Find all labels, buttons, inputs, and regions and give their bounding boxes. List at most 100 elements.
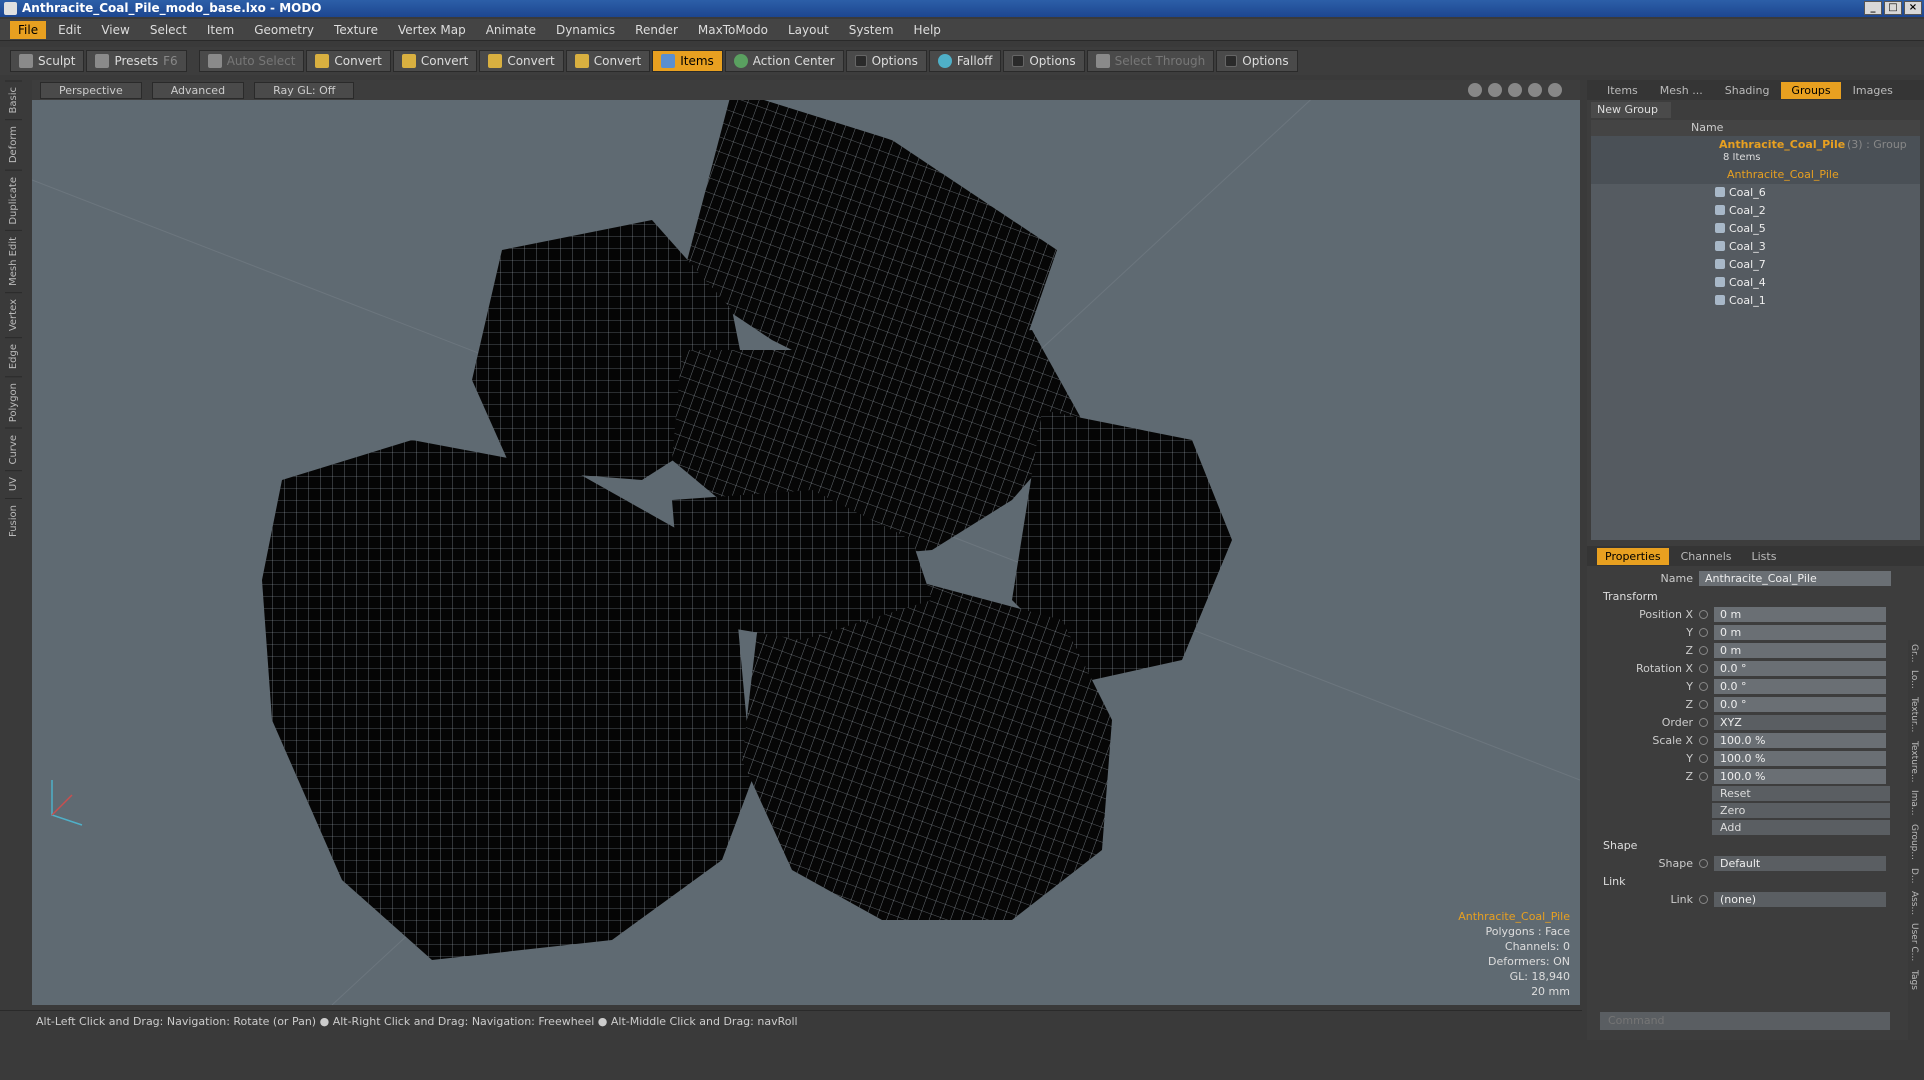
view-type-dropdown[interactable]: Perspective <box>40 81 142 99</box>
select-through-button[interactable]: Select Through <box>1086 50 1215 72</box>
action-center-button[interactable]: Action Center <box>724 50 844 72</box>
scale-x-anim-dot[interactable] <box>1699 736 1708 745</box>
scale-y-anim-dot[interactable] <box>1699 754 1708 763</box>
scale-z-field[interactable]: 100.0 % <box>1714 769 1886 784</box>
shape-anim-dot[interactable] <box>1699 859 1708 868</box>
presets-button[interactable]: Presets F6 <box>86 50 187 72</box>
tab-channels[interactable]: Channels <box>1673 548 1740 565</box>
tab-properties[interactable]: Properties <box>1597 547 1669 565</box>
tab-mesh[interactable]: Mesh ... <box>1650 82 1713 99</box>
menu-file[interactable]: File <box>10 20 47 39</box>
close-button[interactable]: × <box>1904 1 1922 15</box>
tab-duplicate[interactable]: Duplicate <box>5 169 22 231</box>
menu-edit[interactable]: Edit <box>50 21 89 39</box>
vtab-user-c[interactable]: User C... <box>1908 919 1920 965</box>
tab-lists[interactable]: Lists <box>1744 548 1785 565</box>
rotation-y-anim-dot[interactable] <box>1699 682 1708 691</box>
position-z-anim-dot[interactable] <box>1699 646 1708 655</box>
menu-select[interactable]: Select <box>142 21 195 39</box>
rotation-x-anim-dot[interactable] <box>1699 664 1708 673</box>
convert-edge-button[interactable]: Convert <box>392 50 478 72</box>
tree-item-coal-5[interactable]: Coal_5 <box>1591 220 1920 238</box>
item-name-field[interactable]: Anthracite_Coal_Pile <box>1699 571 1891 586</box>
tab-basic[interactable]: Basic <box>5 80 22 120</box>
tab-mesh-edit[interactable]: Mesh Edit <box>5 230 22 293</box>
menu-render[interactable]: Render <box>627 21 686 39</box>
reset-dropdown[interactable]: Reset <box>1712 786 1890 801</box>
vtab-ima[interactable]: Ima... <box>1908 786 1920 820</box>
tab-edge[interactable]: Edge <box>5 337 22 376</box>
shape-section[interactable]: Shape <box>1587 837 1924 855</box>
vtab-texture[interactable]: Texture... <box>1908 737 1920 787</box>
menu-maxtomodo[interactable]: MaxToModo <box>690 21 776 39</box>
transform-section[interactable]: Transform <box>1587 588 1924 606</box>
tab-polygon[interactable]: Polygon <box>5 375 22 428</box>
shading-mode-dropdown[interactable]: Advanced <box>151 81 245 99</box>
rotation-z-field[interactable]: 0.0 ° <box>1714 697 1886 712</box>
tree-item-coal-3[interactable]: Coal_3 <box>1591 238 1920 256</box>
menu-geometry[interactable]: Geometry <box>246 21 322 39</box>
new-group-button[interactable]: New Group <box>1591 102 1671 118</box>
sculpt-button[interactable]: Sculpt <box>10 50 85 72</box>
action-center-options-button[interactable]: Options <box>845 50 927 72</box>
tab-uv[interactable]: UV <box>5 470 22 498</box>
raygl-toggle[interactable]: Ray GL: Off <box>254 81 355 99</box>
vtab-ass[interactable]: Ass... <box>1908 887 1920 919</box>
auto-select-button[interactable]: Auto Select <box>198 50 305 72</box>
position-x-field[interactable]: 0 m <box>1714 607 1886 622</box>
order-anim-dot[interactable] <box>1699 718 1708 727</box>
select-through-options-button[interactable]: Options <box>1216 50 1298 72</box>
rotate-view-icon[interactable] <box>1488 83 1502 97</box>
menu-animate[interactable]: Animate <box>478 21 544 39</box>
link-anim-dot[interactable] <box>1699 895 1708 904</box>
tab-deform[interactable]: Deform <box>5 119 22 170</box>
convert-material-button[interactable]: Convert <box>565 50 651 72</box>
tab-images[interactable]: Images <box>1843 82 1903 99</box>
menu-help[interactable]: Help <box>906 21 949 39</box>
vtab-lo[interactable]: Lo... <box>1908 666 1920 693</box>
convert-vertex-button[interactable]: Convert <box>306 50 391 72</box>
falloff-button[interactable]: Falloff <box>928 50 1002 72</box>
position-y-anim-dot[interactable] <box>1699 628 1708 637</box>
zero-dropdown[interactable]: Zero <box>1712 803 1890 818</box>
tab-groups[interactable]: Groups <box>1781 81 1841 99</box>
rotation-y-field[interactable]: 0.0 ° <box>1714 679 1886 694</box>
convert-polygon-button[interactable]: Convert <box>479 50 564 72</box>
scale-y-field[interactable]: 100.0 % <box>1714 751 1886 766</box>
add-dropdown[interactable]: Add <box>1712 820 1890 835</box>
items-mode-button[interactable]: Items <box>652 50 723 72</box>
maximize-button[interactable]: □ <box>1884 1 1902 15</box>
tab-items[interactable]: Items <box>1597 82 1648 99</box>
tab-shading[interactable]: Shading <box>1715 82 1780 99</box>
position-z-field[interactable]: 0 m <box>1714 643 1886 658</box>
tree-item-coal-7[interactable]: Coal_7 <box>1591 256 1920 274</box>
zoom-view-icon[interactable] <box>1508 83 1522 97</box>
scale-x-field[interactable]: 100.0 % <box>1714 733 1886 748</box>
falloff-options-button[interactable]: Options <box>1003 50 1085 72</box>
position-y-field[interactable]: 0 m <box>1714 625 1886 640</box>
menu-layout[interactable]: Layout <box>780 21 837 39</box>
minimize-button[interactable]: _ <box>1864 1 1882 15</box>
link-section[interactable]: Link <box>1587 873 1924 891</box>
shape-dropdown[interactable]: Default <box>1714 856 1886 871</box>
tab-fusion[interactable]: Fusion <box>5 497 22 543</box>
3d-viewport[interactable]: Perspective Advanced Ray GL: Off Anthrac… <box>32 80 1580 1005</box>
rotation-z-anim-dot[interactable] <box>1699 700 1708 709</box>
menu-texture[interactable]: Texture <box>326 21 386 39</box>
tree-item-coal-4[interactable]: Coal_4 <box>1591 274 1920 292</box>
vtab-group[interactable]: Group... <box>1908 820 1920 864</box>
scale-z-anim-dot[interactable] <box>1699 772 1708 781</box>
command-input[interactable] <box>1600 1012 1890 1030</box>
rotation-x-field[interactable]: 0.0 ° <box>1714 661 1886 676</box>
vtab-groups[interactable]: Gr... <box>1908 640 1920 666</box>
menu-system[interactable]: System <box>841 21 902 39</box>
move-view-icon[interactable] <box>1468 83 1482 97</box>
vtab-tags[interactable]: Tags <box>1908 966 1920 994</box>
tree-item-coal-6[interactable]: Coal_6 <box>1591 184 1920 202</box>
tree-item-coal-1[interactable]: Coal_1 <box>1591 292 1920 310</box>
vtab-textur[interactable]: Textur... <box>1908 693 1920 736</box>
tree-item-anthracite[interactable]: Anthracite_Coal_Pile <box>1591 166 1920 184</box>
menu-view[interactable]: View <box>93 21 137 39</box>
menu-vertex-map[interactable]: Vertex Map <box>390 21 474 39</box>
vtab-d[interactable]: D... <box>1908 864 1920 888</box>
